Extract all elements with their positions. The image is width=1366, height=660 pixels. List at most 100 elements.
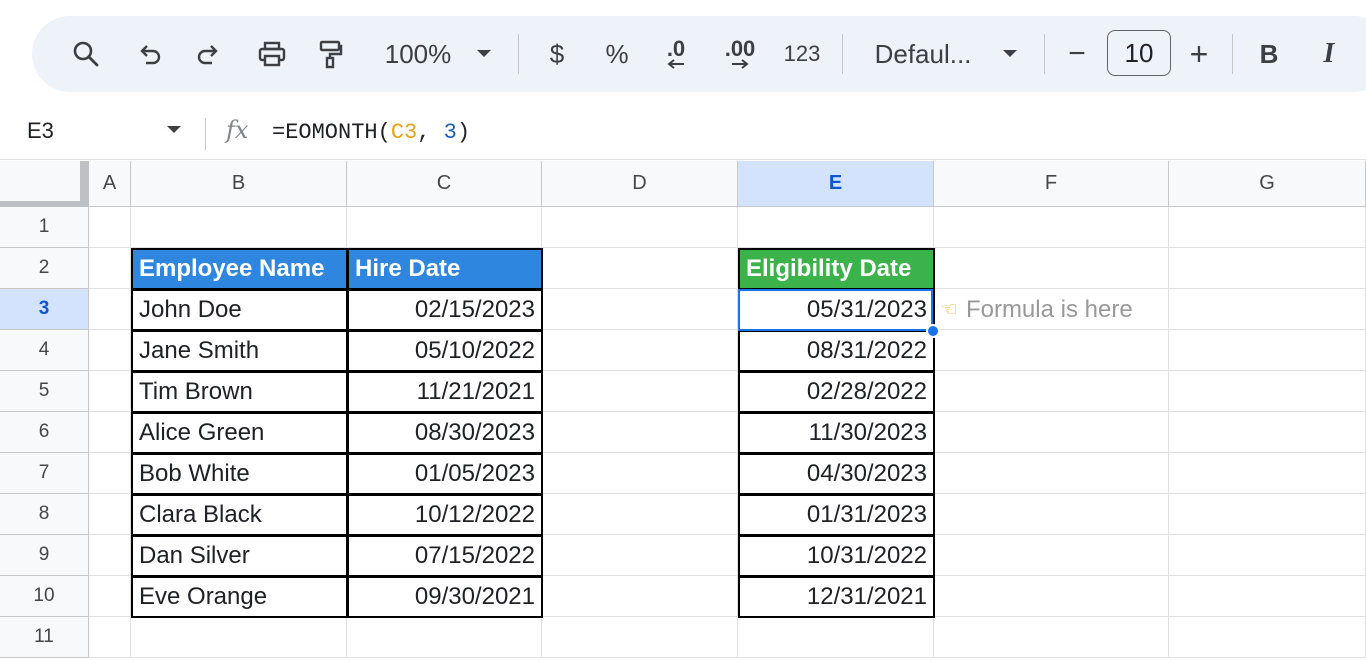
hire-date-cell[interactable]: 01/05/2023: [347, 453, 543, 495]
row-header-11[interactable]: 11: [0, 617, 89, 658]
select-all-corner[interactable]: [0, 161, 89, 207]
employee-name-cell[interactable]: Bob White: [131, 453, 348, 495]
cell[interactable]: [542, 248, 738, 289]
eligibility-date-cell[interactable]: 10/31/2022: [738, 535, 935, 577]
print-icon[interactable]: [252, 16, 292, 92]
cell[interactable]: [89, 576, 131, 617]
cell[interactable]: [347, 207, 542, 248]
cell[interactable]: [347, 617, 542, 658]
header-eligibility-date[interactable]: Eligibility Date: [738, 248, 935, 290]
decrease-font-size-button[interactable]: −: [1062, 16, 1092, 92]
row-header-8[interactable]: 8: [0, 494, 89, 535]
redo-icon[interactable]: [190, 16, 226, 92]
row-header-2[interactable]: 2: [0, 248, 89, 289]
percent-format-button[interactable]: %: [602, 16, 632, 92]
hire-date-cell[interactable]: 02/15/2023: [347, 289, 543, 331]
font-select[interactable]: Defaul...: [868, 16, 978, 92]
cell[interactable]: [542, 617, 738, 658]
column-header-b[interactable]: B: [131, 161, 347, 207]
formula-input[interactable]: =EOMONTH(C3, 3): [272, 120, 470, 145]
cell[interactable]: [542, 412, 738, 453]
cell[interactable]: [934, 576, 1169, 617]
cell[interactable]: [89, 207, 131, 248]
employee-name-cell[interactable]: Dan Silver: [131, 535, 348, 577]
cell[interactable]: [542, 453, 738, 494]
name-box-dropdown-icon[interactable]: [166, 122, 182, 140]
eligibility-date-cell[interactable]: 01/31/2023: [738, 494, 935, 536]
cell[interactable]: [934, 207, 1169, 248]
cell[interactable]: [738, 207, 934, 248]
hire-date-cell[interactable]: 05/10/2022: [347, 330, 543, 372]
decrease-decimal-button[interactable]: .0: [656, 16, 696, 92]
bold-button[interactable]: B: [1254, 16, 1284, 92]
row-header-6[interactable]: 6: [0, 412, 89, 453]
eligibility-date-cell[interactable]: 08/31/2022: [738, 330, 935, 372]
cell[interactable]: [934, 535, 1169, 576]
row-header-4[interactable]: 4: [0, 330, 89, 371]
cell[interactable]: [542, 289, 738, 330]
fill-handle[interactable]: [926, 324, 940, 338]
zoom-dropdown-icon[interactable]: [472, 16, 496, 92]
italic-button[interactable]: I: [1314, 16, 1344, 92]
cell[interactable]: [1169, 207, 1366, 248]
row-header-5[interactable]: 5: [0, 371, 89, 412]
cell[interactable]: [89, 248, 131, 289]
cell[interactable]: [89, 371, 131, 412]
employee-name-cell[interactable]: Clara Black: [131, 494, 348, 536]
cell[interactable]: [89, 617, 131, 658]
column-header-e[interactable]: E: [738, 161, 934, 207]
cell[interactable]: [1169, 412, 1366, 453]
eligibility-date-cell[interactable]: 02/28/2022: [738, 371, 935, 413]
cell[interactable]: [1169, 576, 1366, 617]
cell[interactable]: [89, 453, 131, 494]
eligibility-date-cell[interactable]: 11/30/2023: [738, 412, 935, 454]
name-box[interactable]: E3: [27, 118, 54, 144]
cell[interactable]: [542, 576, 738, 617]
eligibility-date-cell[interactable]: 04/30/2023: [738, 453, 935, 495]
eligibility-date-cell[interactable]: 05/31/2023: [738, 289, 935, 331]
column-header-a[interactable]: A: [89, 161, 131, 207]
cell[interactable]: [542, 330, 738, 371]
cell[interactable]: [1169, 289, 1366, 330]
employee-name-cell[interactable]: Tim Brown: [131, 371, 348, 413]
cell[interactable]: [89, 412, 131, 453]
employee-name-cell[interactable]: Alice Green: [131, 412, 348, 454]
column-header-d[interactable]: D: [542, 161, 738, 207]
cell[interactable]: [542, 371, 738, 412]
column-header-f[interactable]: F: [934, 161, 1169, 207]
cell[interactable]: [131, 207, 347, 248]
font-dropdown-icon[interactable]: [998, 16, 1022, 92]
cell[interactable]: [934, 453, 1169, 494]
cell[interactable]: [542, 207, 738, 248]
cell[interactable]: [1169, 248, 1366, 289]
employee-name-cell[interactable]: Eve Orange: [131, 576, 348, 618]
row-header-10[interactable]: 10: [0, 576, 89, 617]
cell[interactable]: [89, 289, 131, 330]
cell[interactable]: [89, 494, 131, 535]
hire-date-cell[interactable]: 10/12/2022: [347, 494, 543, 536]
cell[interactable]: [1169, 330, 1366, 371]
currency-format-button[interactable]: $: [542, 16, 572, 92]
cell[interactable]: [934, 330, 1169, 371]
eligibility-date-cell[interactable]: 12/31/2021: [738, 576, 935, 618]
undo-icon[interactable]: [132, 16, 168, 92]
increase-font-size-button[interactable]: +: [1184, 16, 1214, 92]
hire-date-cell[interactable]: 09/30/2021: [347, 576, 543, 618]
row-header-7[interactable]: 7: [0, 453, 89, 494]
cell[interactable]: [1169, 453, 1366, 494]
cell[interactable]: [738, 617, 934, 658]
more-formats-button[interactable]: 123: [780, 16, 824, 92]
cell[interactable]: [131, 617, 347, 658]
column-header-c[interactable]: C: [347, 161, 542, 207]
zoom-select[interactable]: 100%: [378, 16, 458, 92]
hire-date-cell[interactable]: 07/15/2022: [347, 535, 543, 577]
cell[interactable]: [934, 494, 1169, 535]
cell[interactable]: [1169, 535, 1366, 576]
column-header-g[interactable]: G: [1169, 161, 1366, 207]
search-icon[interactable]: [66, 16, 106, 92]
row-header-1[interactable]: 1: [0, 207, 89, 248]
header-employee-name[interactable]: Employee Name: [131, 248, 348, 290]
cell[interactable]: [1169, 494, 1366, 535]
cell[interactable]: [89, 330, 131, 371]
employee-name-cell[interactable]: Jane Smith: [131, 330, 348, 372]
